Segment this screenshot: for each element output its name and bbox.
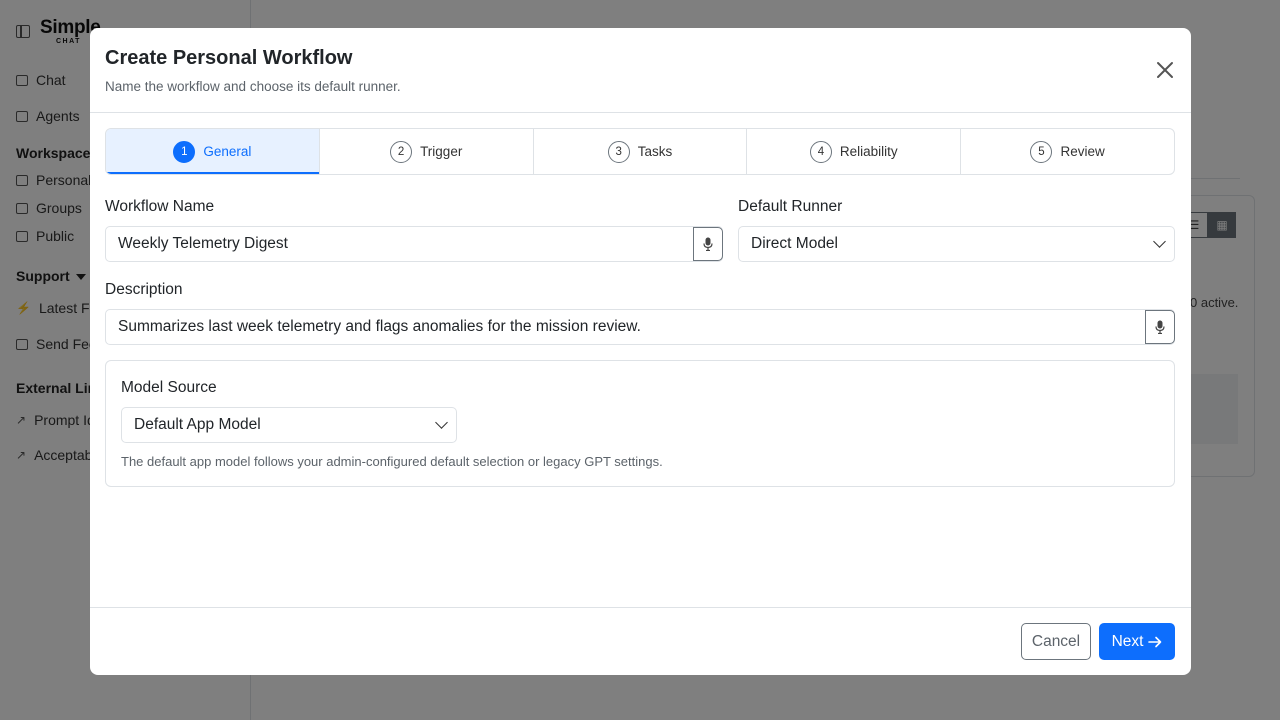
next-label: Next [1111, 632, 1144, 650]
close-button[interactable] [1153, 58, 1177, 82]
step-number: 2 [390, 140, 413, 163]
arrow-right-icon [1148, 636, 1162, 647]
workflow-name-value: Weekly Telemetry Digest [118, 235, 288, 252]
close-icon [1157, 62, 1173, 78]
cancel-button[interactable]: Cancel [1021, 623, 1091, 660]
step-review[interactable]: 5 Review [961, 129, 1174, 174]
step-label: Trigger [420, 144, 463, 159]
description-input[interactable]: Summarizes last week telemetry and flags… [105, 309, 1175, 345]
modal-footer: Cancel Next [90, 607, 1191, 675]
modal-title: Create Personal Workflow [105, 47, 353, 69]
step-label: Tasks [637, 144, 673, 159]
step-general[interactable]: 1 General [106, 129, 320, 174]
step-label: Reliability [839, 144, 898, 159]
default-runner-label: Default Runner [738, 198, 843, 215]
model-source-panel: Model Source Default App Model The defau… [105, 360, 1175, 487]
chevron-down-icon [434, 416, 448, 429]
model-source-value: Default App Model [134, 416, 261, 433]
workflow-name-label: Workflow Name [105, 198, 215, 215]
default-runner-select[interactable]: Direct Model [738, 226, 1175, 262]
next-button[interactable]: Next [1099, 623, 1175, 660]
step-number: 4 [809, 140, 832, 163]
workflow-name-input[interactable]: Weekly Telemetry Digest [105, 226, 723, 262]
model-source-label: Model Source [121, 379, 217, 396]
step-label: Review [1060, 144, 1105, 159]
step-label: General [203, 144, 252, 159]
microphone-icon [703, 237, 713, 251]
dictate-button[interactable] [1145, 310, 1175, 344]
step-trigger[interactable]: 2 Trigger [320, 129, 534, 174]
step-number: 3 [607, 140, 630, 163]
step-reliability[interactable]: 4 Reliability [747, 129, 962, 174]
microphone-icon [1155, 320, 1165, 334]
model-source-select[interactable]: Default App Model [121, 407, 457, 443]
dictate-button[interactable] [693, 227, 723, 261]
description-label: Description [105, 281, 183, 298]
model-source-help: The default app model follows your admin… [121, 454, 663, 469]
step-number: 5 [1030, 140, 1053, 163]
step-tasks[interactable]: 3 Tasks [534, 129, 748, 174]
step-number: 1 [173, 140, 196, 163]
wizard-stepper: 1 General 2 Trigger 3 Tasks 4 Reliabilit… [105, 128, 1175, 175]
modal-subtitle: Name the workflow and choose its default… [105, 79, 401, 94]
description-value: Summarizes last week telemetry and flags… [118, 318, 641, 335]
create-workflow-modal: Create Personal Workflow Name the workfl… [90, 28, 1191, 675]
chevron-down-icon [1152, 235, 1166, 248]
modal-header: Create Personal Workflow Name the workfl… [90, 28, 1191, 113]
default-runner-value: Direct Model [751, 235, 838, 252]
